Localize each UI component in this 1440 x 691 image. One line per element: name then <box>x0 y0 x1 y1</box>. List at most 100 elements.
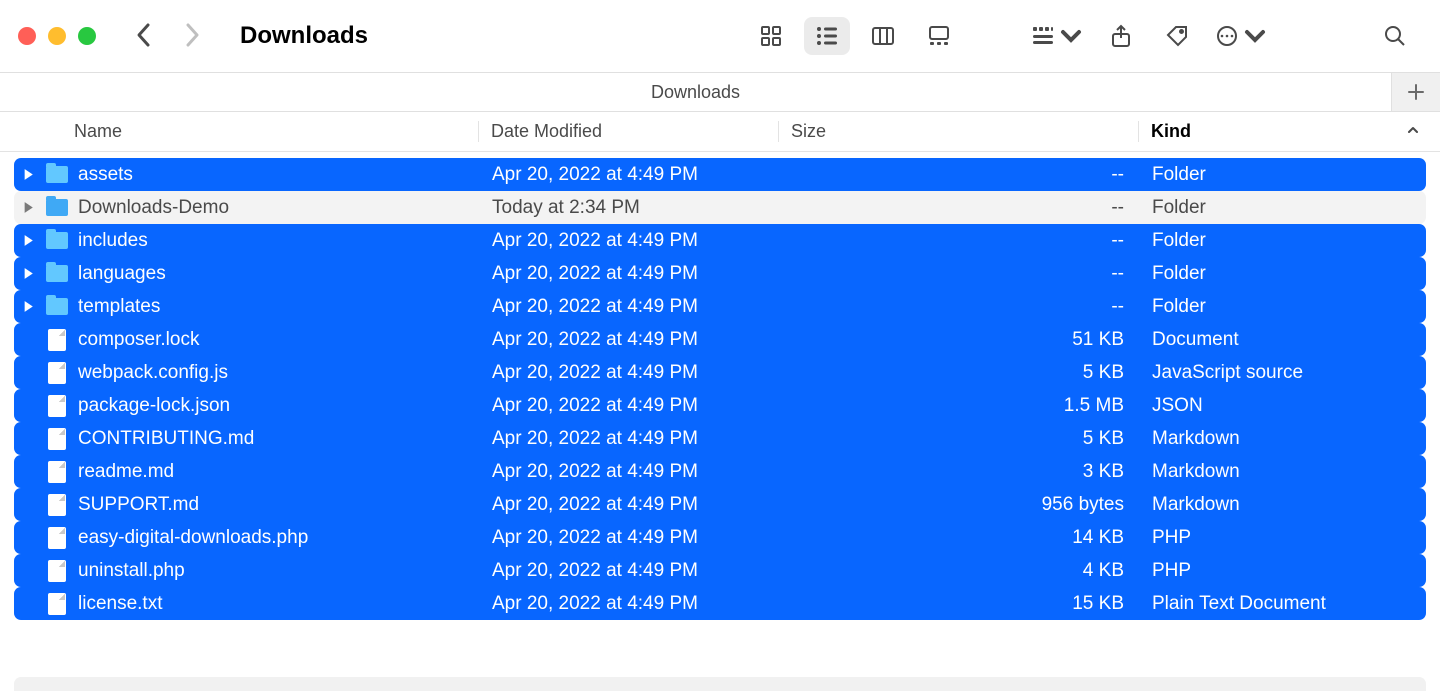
cell-kind: Markdown <box>1140 461 1426 483</box>
cell-date: Apr 20, 2022 at 4:49 PM <box>480 362 780 384</box>
group-by-button[interactable] <box>1026 17 1088 55</box>
zoom-window-button[interactable] <box>78 27 96 45</box>
column-kind[interactable]: Kind <box>1138 121 1440 142</box>
cell-kind: JavaScript source <box>1140 362 1426 384</box>
cell-size: 5 KB <box>780 362 1140 384</box>
file-name: Downloads-Demo <box>78 197 229 219</box>
file-name: license.txt <box>78 593 162 615</box>
tags-button[interactable] <box>1154 17 1200 55</box>
file-name: uninstall.php <box>78 560 185 582</box>
cell-size: 15 KB <box>780 593 1140 615</box>
disclosure-triangle-icon[interactable] <box>20 235 36 246</box>
table-row[interactable]: license.txtApr 20, 2022 at 4:49 PM15 KBP… <box>14 587 1426 620</box>
cell-size: 51 KB <box>780 329 1140 351</box>
file-name: package-lock.json <box>78 395 230 417</box>
cell-name: package-lock.json <box>20 395 480 417</box>
file-icon <box>46 395 68 417</box>
cell-size: 14 KB <box>780 527 1140 549</box>
table-row[interactable]: composer.lockApr 20, 2022 at 4:49 PM51 K… <box>14 323 1426 356</box>
share-button[interactable] <box>1098 17 1144 55</box>
cell-date: Apr 20, 2022 at 4:49 PM <box>480 494 780 516</box>
table-row[interactable]: CONTRIBUTING.mdApr 20, 2022 at 4:49 PM5 … <box>14 422 1426 455</box>
close-window-button[interactable] <box>18 27 36 45</box>
back-button[interactable] <box>134 21 154 52</box>
more-actions-button[interactable] <box>1210 17 1272 55</box>
table-row[interactable]: assetsApr 20, 2022 at 4:49 PM--Folder <box>14 158 1426 191</box>
column-name[interactable]: Name <box>0 121 478 142</box>
file-icon <box>46 362 68 384</box>
file-name: easy-digital-downloads.php <box>78 527 308 549</box>
disclosure-triangle-icon[interactable] <box>20 301 36 312</box>
tab-downloads[interactable]: Downloads <box>0 73 1392 111</box>
disclosure-triangle-icon[interactable] <box>20 268 36 279</box>
cell-kind: Folder <box>1140 230 1426 252</box>
disclosure-triangle-icon[interactable] <box>20 169 36 180</box>
column-size[interactable]: Size <box>778 121 1138 142</box>
table-row[interactable]: uninstall.php Apr 20, 2022 at 4:49 PM4 KB… <box>14 554 1426 587</box>
table-row[interactable]: languagesApr 20, 2022 at 4:49 PM--Folder <box>14 257 1426 290</box>
cell-kind: Markdown <box>1140 494 1426 516</box>
forward-button[interactable] <box>182 21 202 52</box>
table-row[interactable]: templatesApr 20, 2022 at 4:49 PM--Folder <box>14 290 1426 323</box>
tab-label: Downloads <box>651 82 740 103</box>
cell-kind: Plain Text Document <box>1140 593 1426 615</box>
file-icon <box>46 428 68 450</box>
window-controls <box>18 27 96 45</box>
column-view-button[interactable] <box>860 17 906 55</box>
cell-date: Apr 20, 2022 at 4:49 PM <box>480 461 780 483</box>
sort-indicator-icon <box>1406 121 1420 142</box>
folder-icon <box>46 263 68 285</box>
cell-date: Apr 20, 2022 at 4:49 PM <box>480 560 780 582</box>
icon-view-button[interactable] <box>748 17 794 55</box>
file-icon <box>46 494 68 516</box>
table-row[interactable]: easy-digital-downloads.phpApr 20, 2022 a… <box>14 521 1426 554</box>
nav-arrows <box>134 21 202 52</box>
file-icon <box>46 461 68 483</box>
column-date-modified[interactable]: Date Modified <box>478 121 778 142</box>
cell-name: easy-digital-downloads.php <box>20 527 480 549</box>
cell-size: -- <box>780 230 1140 252</box>
cell-size: -- <box>780 263 1140 285</box>
plus-icon <box>1406 82 1426 102</box>
table-row[interactable]: Downloads-DemoToday at 2:34 PM--Folder <box>14 191 1426 224</box>
cell-date: Apr 20, 2022 at 4:49 PM <box>480 164 780 186</box>
cell-size: 4 KB <box>780 560 1140 582</box>
search-button[interactable] <box>1372 17 1418 55</box>
table-row[interactable]: package-lock.jsonApr 20, 2022 at 4:49 PM… <box>14 389 1426 422</box>
minimize-window-button[interactable] <box>48 27 66 45</box>
table-row[interactable]: readme.mdApr 20, 2022 at 4:49 PM3 KBMark… <box>14 455 1426 488</box>
file-name: assets <box>78 164 133 186</box>
table-row[interactable]: webpack.config.js Apr 20, 2022 at 4:49 PM… <box>14 356 1426 389</box>
cell-size: 956 bytes <box>780 494 1140 516</box>
cell-name: CONTRIBUTING.md <box>20 428 480 450</box>
table-row[interactable]: SUPPORT.md Apr 20, 2022 at 4:49 PM956 byt… <box>14 488 1426 521</box>
cell-name: includes <box>20 230 480 252</box>
cell-name: uninstall.php <box>20 560 480 582</box>
cell-date: Apr 20, 2022 at 4:49 PM <box>480 428 780 450</box>
cell-name: composer.lock <box>20 329 480 351</box>
disclosure-triangle-icon[interactable] <box>20 202 36 213</box>
cell-size: 1.5 MB <box>780 395 1140 417</box>
cell-size: 5 KB <box>780 428 1140 450</box>
cell-date: Apr 20, 2022 at 4:49 PM <box>480 329 780 351</box>
new-tab-button[interactable] <box>1392 73 1440 111</box>
cell-date: Apr 20, 2022 at 4:49 PM <box>480 263 780 285</box>
gallery-view-button[interactable] <box>916 17 962 55</box>
file-name: SUPPORT.md <box>78 494 199 516</box>
cell-kind: Folder <box>1140 197 1426 219</box>
cell-name: webpack.config.js <box>20 362 480 384</box>
cell-name: languages <box>20 263 480 285</box>
file-icon <box>46 593 68 615</box>
file-name: webpack.config.js <box>78 362 228 384</box>
cell-date: Apr 20, 2022 at 4:49 PM <box>480 296 780 318</box>
file-list[interactable]: assetsApr 20, 2022 at 4:49 PM--FolderDow… <box>0 152 1440 626</box>
table-row[interactable]: includesApr 20, 2022 at 4:49 PM--Folder <box>14 224 1426 257</box>
folder-icon <box>46 164 68 186</box>
file-name: languages <box>78 263 166 285</box>
list-view-button[interactable] <box>804 17 850 55</box>
cell-kind: Folder <box>1140 296 1426 318</box>
cell-name: readme.md <box>20 461 480 483</box>
cell-date: Apr 20, 2022 at 4:49 PM <box>480 230 780 252</box>
file-name: templates <box>78 296 160 318</box>
cell-kind: JSON <box>1140 395 1426 417</box>
